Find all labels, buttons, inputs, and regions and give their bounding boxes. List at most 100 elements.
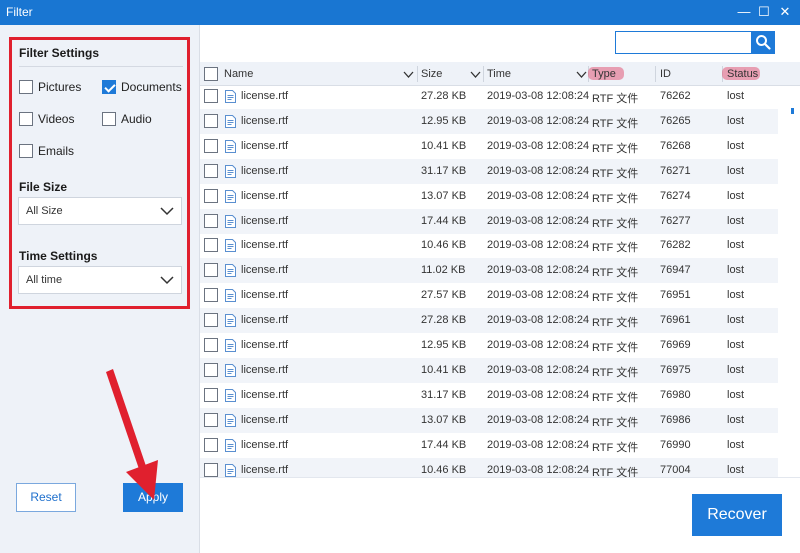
row-name: license.rtf <box>241 239 289 252</box>
chevron-down-icon[interactable] <box>403 69 414 80</box>
rtf-file-icon <box>225 314 236 328</box>
table-row[interactable]: license.rtf 27.28 KB 2019-03-08 12:08:24 RT… <box>200 308 778 334</box>
rtf-file-icon <box>225 388 236 402</box>
row-size: 12.95 KB <box>421 114 467 127</box>
table-row[interactable]: license.rtf 31.17 KB 2019-03-08 12:08:24 RT… <box>200 158 778 184</box>
row-id: 77004 <box>660 463 691 476</box>
apply-button[interactable]: Apply <box>123 483 183 512</box>
row-checkbox[interactable] <box>204 213 218 228</box>
column-name[interactable]: Name <box>224 68 253 80</box>
row-checkbox[interactable] <box>204 238 218 253</box>
row-checkbox[interactable] <box>204 288 218 303</box>
rtf-file-icon <box>225 264 236 278</box>
documents-checkbox[interactable]: Documents <box>102 79 182 95</box>
row-name: license.rtf <box>241 314 289 327</box>
column-size[interactable]: Size <box>421 68 442 80</box>
row-status: lost <box>727 289 745 302</box>
column-id[interactable]: ID <box>660 68 671 80</box>
checkbox-box[interactable] <box>19 80 33 94</box>
close-button[interactable]: ✕ <box>776 3 794 21</box>
emails-checkbox[interactable]: Emails <box>19 143 74 159</box>
scrollbar-thumb[interactable] <box>791 108 794 114</box>
row-name: license.rtf <box>241 289 289 302</box>
reset-button[interactable]: Reset <box>16 483 76 512</box>
row-checkbox[interactable] <box>204 338 218 352</box>
videos-label: Videos <box>38 112 75 126</box>
row-id: 76961 <box>660 314 691 327</box>
row-status: lost <box>727 114 745 127</box>
row-status: lost <box>727 139 745 152</box>
checkbox-box-checked[interactable] <box>102 80 116 94</box>
table-row[interactable]: license.rtf 10.41 KB 2019-03-08 12:08:24 RT… <box>200 134 778 159</box>
row-checkbox[interactable] <box>204 412 218 427</box>
select-all-checkbox[interactable] <box>204 67 218 81</box>
filter-settings-highlight: Filter Settings Pictures Documents Video… <box>9 37 190 309</box>
row-size: 13.07 KB <box>421 413 467 426</box>
row-status: lost <box>727 388 745 401</box>
row-checkbox[interactable] <box>204 113 218 128</box>
row-id: 76268 <box>660 139 691 152</box>
row-checkbox[interactable] <box>204 462 218 477</box>
row-type: RTF 文件 <box>592 317 639 330</box>
recover-button[interactable]: Recover <box>692 494 782 536</box>
column-time[interactable]: Time <box>487 68 511 80</box>
row-checkbox[interactable] <box>204 163 218 178</box>
row-type: RTF 文件 <box>592 217 639 230</box>
row-id: 76951 <box>660 289 691 302</box>
row-checkbox[interactable] <box>204 437 218 452</box>
checkbox-box[interactable] <box>19 112 33 126</box>
search-input[interactable] <box>615 31 752 54</box>
row-id: 76975 <box>660 363 691 376</box>
column-separator[interactable] <box>483 66 484 82</box>
table-row[interactable]: license.rtf 10.46 KB 2019-03-08 12:08:24 RT… <box>200 233 778 258</box>
table-row[interactable]: license.rtf 17.44 KB 2019-03-08 12:08:24 RT… <box>200 433 778 458</box>
table-row[interactable]: license.rtf 27.57 KB 2019-03-08 12:08:24 RT… <box>200 283 778 308</box>
table-row[interactable]: license.rtf 31.17 KB 2019-03-08 12:08:24 RT… <box>200 383 778 408</box>
row-status: lost <box>727 314 745 327</box>
time-select[interactable]: All time <box>18 266 182 294</box>
table-row[interactable]: license.rtf 12.95 KB 2019-03-08 12:08:24 RT… <box>200 108 778 134</box>
table-row[interactable]: license.rtf 17.44 KB 2019-03-08 12:08:24 RT… <box>200 208 778 234</box>
table-row[interactable]: license.rtf 10.41 KB 2019-03-08 12:08:24 RT… <box>200 357 778 383</box>
table-row[interactable]: license.rtf 11.02 KB 2019-03-08 12:08:24 RT… <box>200 258 778 284</box>
videos-checkbox[interactable]: Videos <box>19 111 74 127</box>
row-status: lost <box>727 239 745 252</box>
column-separator[interactable] <box>417 66 418 82</box>
file-size-select[interactable]: All Size <box>18 197 182 225</box>
table-row[interactable]: license.rtf 10.46 KB 2019-03-08 12:08:24 RT… <box>200 457 778 477</box>
checkbox-box[interactable] <box>19 144 33 158</box>
row-time: 2019-03-08 12:08:24 <box>487 339 590 351</box>
row-type: RTF 文件 <box>592 342 639 354</box>
row-checkbox[interactable] <box>204 138 218 153</box>
audio-checkbox[interactable]: Audio <box>102 111 152 127</box>
rtf-file-icon <box>225 413 236 427</box>
table-row[interactable]: license.rtf 27.28 KB 2019-03-08 12:08:24 RT… <box>200 86 778 109</box>
pictures-checkbox[interactable]: Pictures <box>19 79 81 95</box>
checkbox-box[interactable] <box>102 112 116 126</box>
column-status[interactable]: Status <box>727 68 758 80</box>
chevron-down-icon[interactable] <box>576 69 587 80</box>
maximize-button[interactable]: ☐ <box>755 3 773 21</box>
row-checkbox[interactable] <box>204 263 218 278</box>
table-row[interactable]: license.rtf 13.07 KB 2019-03-08 12:08:24 RT… <box>200 184 778 209</box>
table-row[interactable]: license.rtf 12.95 KB 2019-03-08 12:08:24 RT… <box>200 333 778 358</box>
column-separator[interactable] <box>655 66 656 82</box>
table-row[interactable]: license.rtf 13.07 KB 2019-03-08 12:08:24 RT… <box>200 407 778 433</box>
row-checkbox[interactable] <box>204 89 218 103</box>
row-checkbox[interactable] <box>204 387 218 402</box>
chevron-down-icon[interactable] <box>470 69 481 80</box>
row-name: license.rtf <box>241 139 289 152</box>
row-checkbox[interactable] <box>204 313 218 328</box>
row-status: lost <box>727 339 745 351</box>
rtf-file-icon <box>225 189 236 203</box>
row-status: lost <box>727 189 745 202</box>
row-checkbox[interactable] <box>204 362 218 377</box>
row-type: RTF 文件 <box>592 142 639 155</box>
minimize-button[interactable]: — <box>735 3 753 21</box>
column-type[interactable]: Type <box>592 68 616 80</box>
search-button[interactable] <box>751 31 775 54</box>
row-id: 76986 <box>660 413 691 426</box>
row-time: 2019-03-08 12:08:24 <box>487 189 590 202</box>
rtf-file-icon <box>225 339 236 352</box>
row-checkbox[interactable] <box>204 188 218 203</box>
